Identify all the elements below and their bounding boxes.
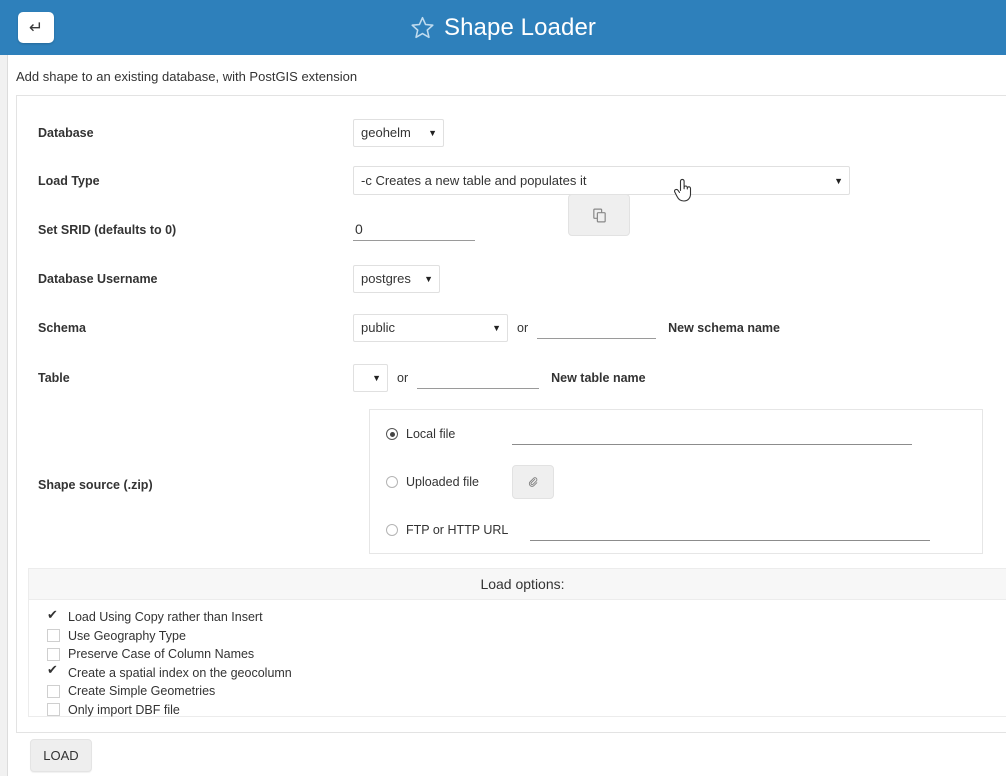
username-select-wrap: postgres ▼: [353, 264, 440, 293]
checkbox-use-geography-type[interactable]: [47, 629, 60, 643]
shape-source-option-url[interactable]: FTP or HTTP URL: [370, 506, 982, 554]
load-option-row[interactable]: Create a spatial index on the geocolumn: [47, 663, 1006, 683]
paperclip-icon: [528, 476, 537, 487]
local-file-path-input[interactable]: [512, 423, 912, 445]
url-input[interactable]: [530, 519, 930, 541]
back-button[interactable]: ↵: [18, 12, 54, 43]
load-type-select-wrap: -c Creates a new table and populates it …: [353, 166, 850, 195]
username-select-value: postgres: [361, 271, 411, 286]
database-select-value: geohelm: [361, 125, 411, 140]
table-select-wrap: ▼: [353, 363, 388, 392]
new-table-name-input[interactable]: [417, 366, 540, 389]
header-title-group: Shape Loader: [0, 14, 1006, 42]
shape-source-box: Local file Uploaded file FTP or HTTP URL: [369, 409, 983, 554]
checkbox-create-simple-geometries[interactable]: [47, 684, 60, 698]
load-type-label: Load Type: [38, 173, 100, 188]
page-subtitle: Add shape to an existing database, with …: [16, 69, 358, 84]
checkbox-preserve-case[interactable]: [47, 647, 60, 661]
radio-ftp-http-url[interactable]: [386, 524, 398, 536]
database-select-wrap: geohelm ▼: [353, 118, 444, 147]
browse-copy-button[interactable]: [568, 194, 630, 236]
table-or-text: or: [397, 370, 409, 385]
checkbox-create-spatial-index[interactable]: [47, 663, 60, 679]
load-option-label: Load Using Copy rather than Insert: [68, 610, 263, 625]
radio-uploaded-file-label: Uploaded file: [406, 475, 479, 489]
load-option-label: Create Simple Geometries: [68, 684, 216, 699]
new-table-name-label: New table name: [551, 370, 646, 385]
table-label: Table: [38, 370, 70, 385]
radio-ftp-http-url-label: FTP or HTTP URL: [406, 523, 509, 537]
load-options-header: Load options:: [28, 568, 1006, 600]
new-schema-name-input[interactable]: [537, 316, 657, 339]
field-row-table: Table ▼ or New table name: [17, 353, 1006, 402]
page-left-edge: [0, 55, 8, 776]
srid-label: Set SRID (defaults to 0): [38, 222, 177, 237]
radio-local-file[interactable]: [386, 428, 398, 440]
field-row-load-type: Load Type -c Creates a new table and pop…: [17, 156, 1006, 205]
load-type-select[interactable]: -c Creates a new table and populates it: [353, 166, 850, 195]
shape-source-option-local[interactable]: Local file: [370, 410, 982, 458]
field-row-username: Database Username postgres ▼: [17, 254, 1006, 303]
field-row-database: Database geohelm ▼: [17, 108, 1006, 157]
load-option-row[interactable]: Only import DBF file: [47, 701, 1006, 720]
schema-select-value: public: [361, 320, 395, 335]
shape-loader-form: Database geohelm ▼ Load Type -c Creates …: [16, 95, 1006, 733]
app-header: Shape Loader: [0, 0, 1006, 55]
load-option-label: Preserve Case of Column Names: [68, 647, 255, 662]
shape-source-option-uploaded[interactable]: Uploaded file: [370, 458, 982, 506]
load-options-list: Load Using Copy rather than Insert Use G…: [28, 600, 1006, 717]
database-label: Database: [38, 125, 94, 140]
load-option-label: Use Geography Type: [68, 628, 186, 643]
return-arrow-icon: ↵: [28, 18, 44, 37]
star-outline-icon: [410, 15, 435, 40]
page-title: Shape Loader: [444, 13, 596, 41]
radio-local-file-label: Local file: [406, 427, 456, 441]
shape-source-label: Shape source (.zip): [38, 478, 153, 492]
new-schema-name-label: New schema name: [668, 320, 780, 335]
load-option-row[interactable]: Create Simple Geometries: [47, 682, 1006, 701]
schema-label: Schema: [38, 320, 86, 335]
schema-select-wrap: public ▼: [353, 313, 508, 342]
checkbox-only-import-dbf[interactable]: [47, 703, 60, 717]
load-option-label: Only import DBF file: [68, 702, 180, 717]
load-option-row[interactable]: Use Geography Type: [47, 627, 1006, 646]
field-row-schema: Schema public ▼ or New schema name: [17, 303, 1006, 352]
table-select[interactable]: [353, 363, 388, 392]
database-select[interactable]: geohelm: [353, 118, 444, 147]
radio-uploaded-file[interactable]: [386, 476, 398, 488]
schema-select[interactable]: public: [353, 313, 508, 342]
field-row-srid: Set SRID (defaults to 0): [17, 205, 1006, 254]
load-button[interactable]: LOAD: [30, 739, 92, 772]
username-label: Database Username: [38, 271, 158, 286]
schema-or-text: or: [517, 320, 529, 335]
checkbox-load-using-copy[interactable]: [47, 608, 60, 624]
load-option-label: Create a spatial index on the geocolumn: [68, 665, 292, 680]
copy-files-icon: [592, 208, 606, 222]
load-option-row[interactable]: Load Using Copy rather than Insert: [47, 608, 1006, 627]
srid-input[interactable]: [353, 218, 475, 241]
attach-file-button[interactable]: [512, 465, 554, 499]
load-type-select-value: -c Creates a new table and populates it: [361, 173, 587, 188]
load-option-row[interactable]: Preserve Case of Column Names: [47, 645, 1006, 664]
username-select[interactable]: postgres: [353, 264, 440, 293]
